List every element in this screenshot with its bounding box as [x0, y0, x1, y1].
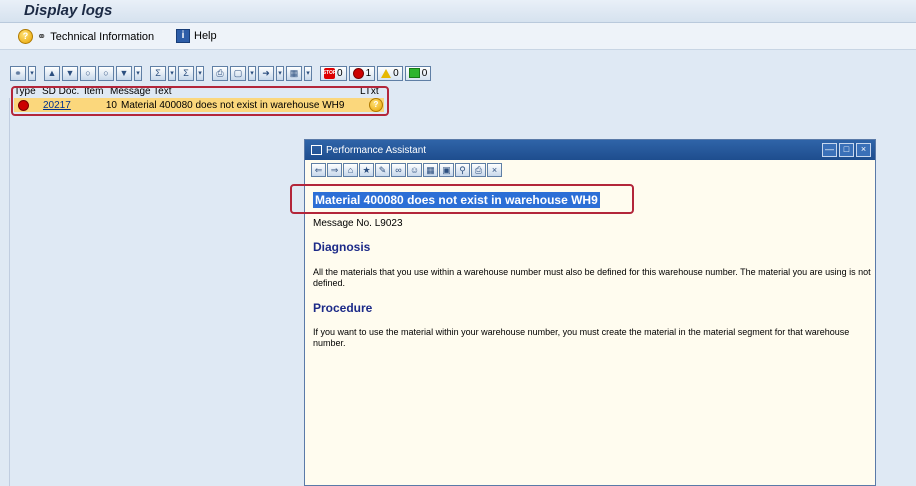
success-icon — [408, 68, 420, 78]
user-icon[interactable]: ☺ — [407, 163, 422, 177]
error-icon — [352, 67, 364, 79]
window-icon — [311, 145, 322, 155]
performance-assistant-toolbar: ⇐ ⇒ ⌂ ★ ✎ ∞ ☺ ▦ ▣ ⚲ ⎙ × — [311, 163, 502, 177]
success-count-button[interactable]: 0 — [404, 65, 432, 81]
menu-bar: ? ⚭ Technical Information i Help — [0, 23, 916, 50]
layout-icon[interactable]: ▦ — [286, 65, 302, 81]
chevron-down-icon[interactable]: ▾ — [248, 65, 256, 81]
chevron-down-icon[interactable]: ▾ — [196, 65, 204, 81]
diagnosis-heading: Diagnosis — [313, 240, 371, 254]
technical-information-button[interactable]: ? ⚭ Technical Information — [18, 29, 154, 44]
page-title: Display logs — [24, 2, 113, 19]
title-bar: Display logs — [0, 0, 916, 23]
edit-icon[interactable]: ✎ — [375, 163, 390, 177]
procedure-text: If you want to use the material within y… — [313, 327, 850, 348]
diagnosis-text: All the materials that you use within a … — [313, 267, 871, 288]
help-label: Help — [194, 30, 217, 42]
chevron-down-icon[interactable]: ▾ — [168, 65, 176, 81]
message-number: Message No. L9023 — [313, 218, 403, 229]
technical-icon[interactable]: ⚭ — [10, 65, 26, 81]
sum-icon[interactable]: Σ — [150, 65, 166, 81]
subtotal-icon[interactable]: Σ — [178, 65, 194, 81]
export-icon[interactable]: ➜ — [258, 65, 274, 81]
error-count-button[interactable]: 1 — [348, 65, 376, 81]
divider — [9, 98, 10, 486]
find-next-icon[interactable]: ○ — [98, 65, 114, 81]
warning-count-button[interactable]: 0 — [377, 65, 403, 81]
highlight-box — [290, 184, 634, 214]
highlight-box — [11, 86, 389, 116]
maximize-icon[interactable]: □ — [839, 143, 854, 157]
view-icon[interactable]: ▢ — [230, 65, 246, 81]
window-icon[interactable]: ▣ — [439, 163, 454, 177]
close-icon[interactable]: × — [856, 143, 871, 157]
info-icon: i — [176, 29, 190, 43]
close-icon[interactable]: × — [487, 163, 502, 177]
stop-icon: STOP — [323, 67, 336, 79]
chevron-down-icon[interactable]: ▾ — [276, 65, 284, 81]
help-question-icon: ? — [18, 29, 33, 44]
table-icon[interactable]: ▦ — [423, 163, 438, 177]
procedure-heading: Procedure — [313, 301, 373, 315]
performance-assistant-window: Performance Assistant — □ × ⇐ ⇒ ⌂ ★ ✎ ∞ … — [290, 139, 876, 486]
back-icon[interactable]: ⇐ — [311, 163, 326, 177]
performance-assistant-titlebar[interactable]: Performance Assistant — □ × — [305, 140, 875, 160]
warning-icon — [381, 68, 392, 78]
separator — [0, 50, 916, 60]
forward-icon[interactable]: ⇒ — [327, 163, 342, 177]
error-count: 1 — [365, 67, 372, 79]
technical-information-label: Technical Information — [50, 30, 155, 43]
print-icon[interactable]: ⎙ — [212, 65, 228, 81]
help-button[interactable]: i Help — [176, 29, 217, 43]
filter-icon[interactable]: ▼ — [116, 65, 132, 81]
minimize-icon[interactable]: — — [822, 143, 837, 157]
background-panel — [880, 139, 916, 486]
stop-count-button[interactable]: STOP 0 — [320, 65, 347, 81]
performance-assistant-title: Performance Assistant — [326, 144, 427, 156]
find-icon[interactable]: ○ — [80, 65, 96, 81]
sort-desc-icon[interactable]: ▼ — [62, 65, 78, 81]
chevron-down-icon[interactable]: ▾ — [134, 65, 142, 81]
sort-asc-icon[interactable]: ▲ — [44, 65, 60, 81]
technical-icon: ⚭ — [37, 31, 47, 43]
stop-count: 0 — [337, 67, 343, 79]
search-icon[interactable]: ⚲ — [455, 163, 470, 177]
print-icon[interactable]: ⎙ — [471, 163, 486, 177]
bookmark-icon[interactable]: ★ — [359, 163, 374, 177]
warning-count: 0 — [393, 67, 399, 79]
chevron-down-icon[interactable]: ▾ — [304, 65, 312, 81]
home-icon[interactable]: ⌂ — [343, 163, 358, 177]
log-toolbar: ⚭ ▾ ▲ ▼ ○ ○ ▼ ▾ Σ ▾ Σ ▾ ⎙ ▢ ▾ ➜ ▾ ▦ ▾ ST… — [10, 64, 432, 82]
chevron-down-icon[interactable]: ▾ — [28, 65, 36, 81]
link-icon[interactable]: ∞ — [391, 163, 406, 177]
success-count: 0 — [421, 67, 428, 79]
